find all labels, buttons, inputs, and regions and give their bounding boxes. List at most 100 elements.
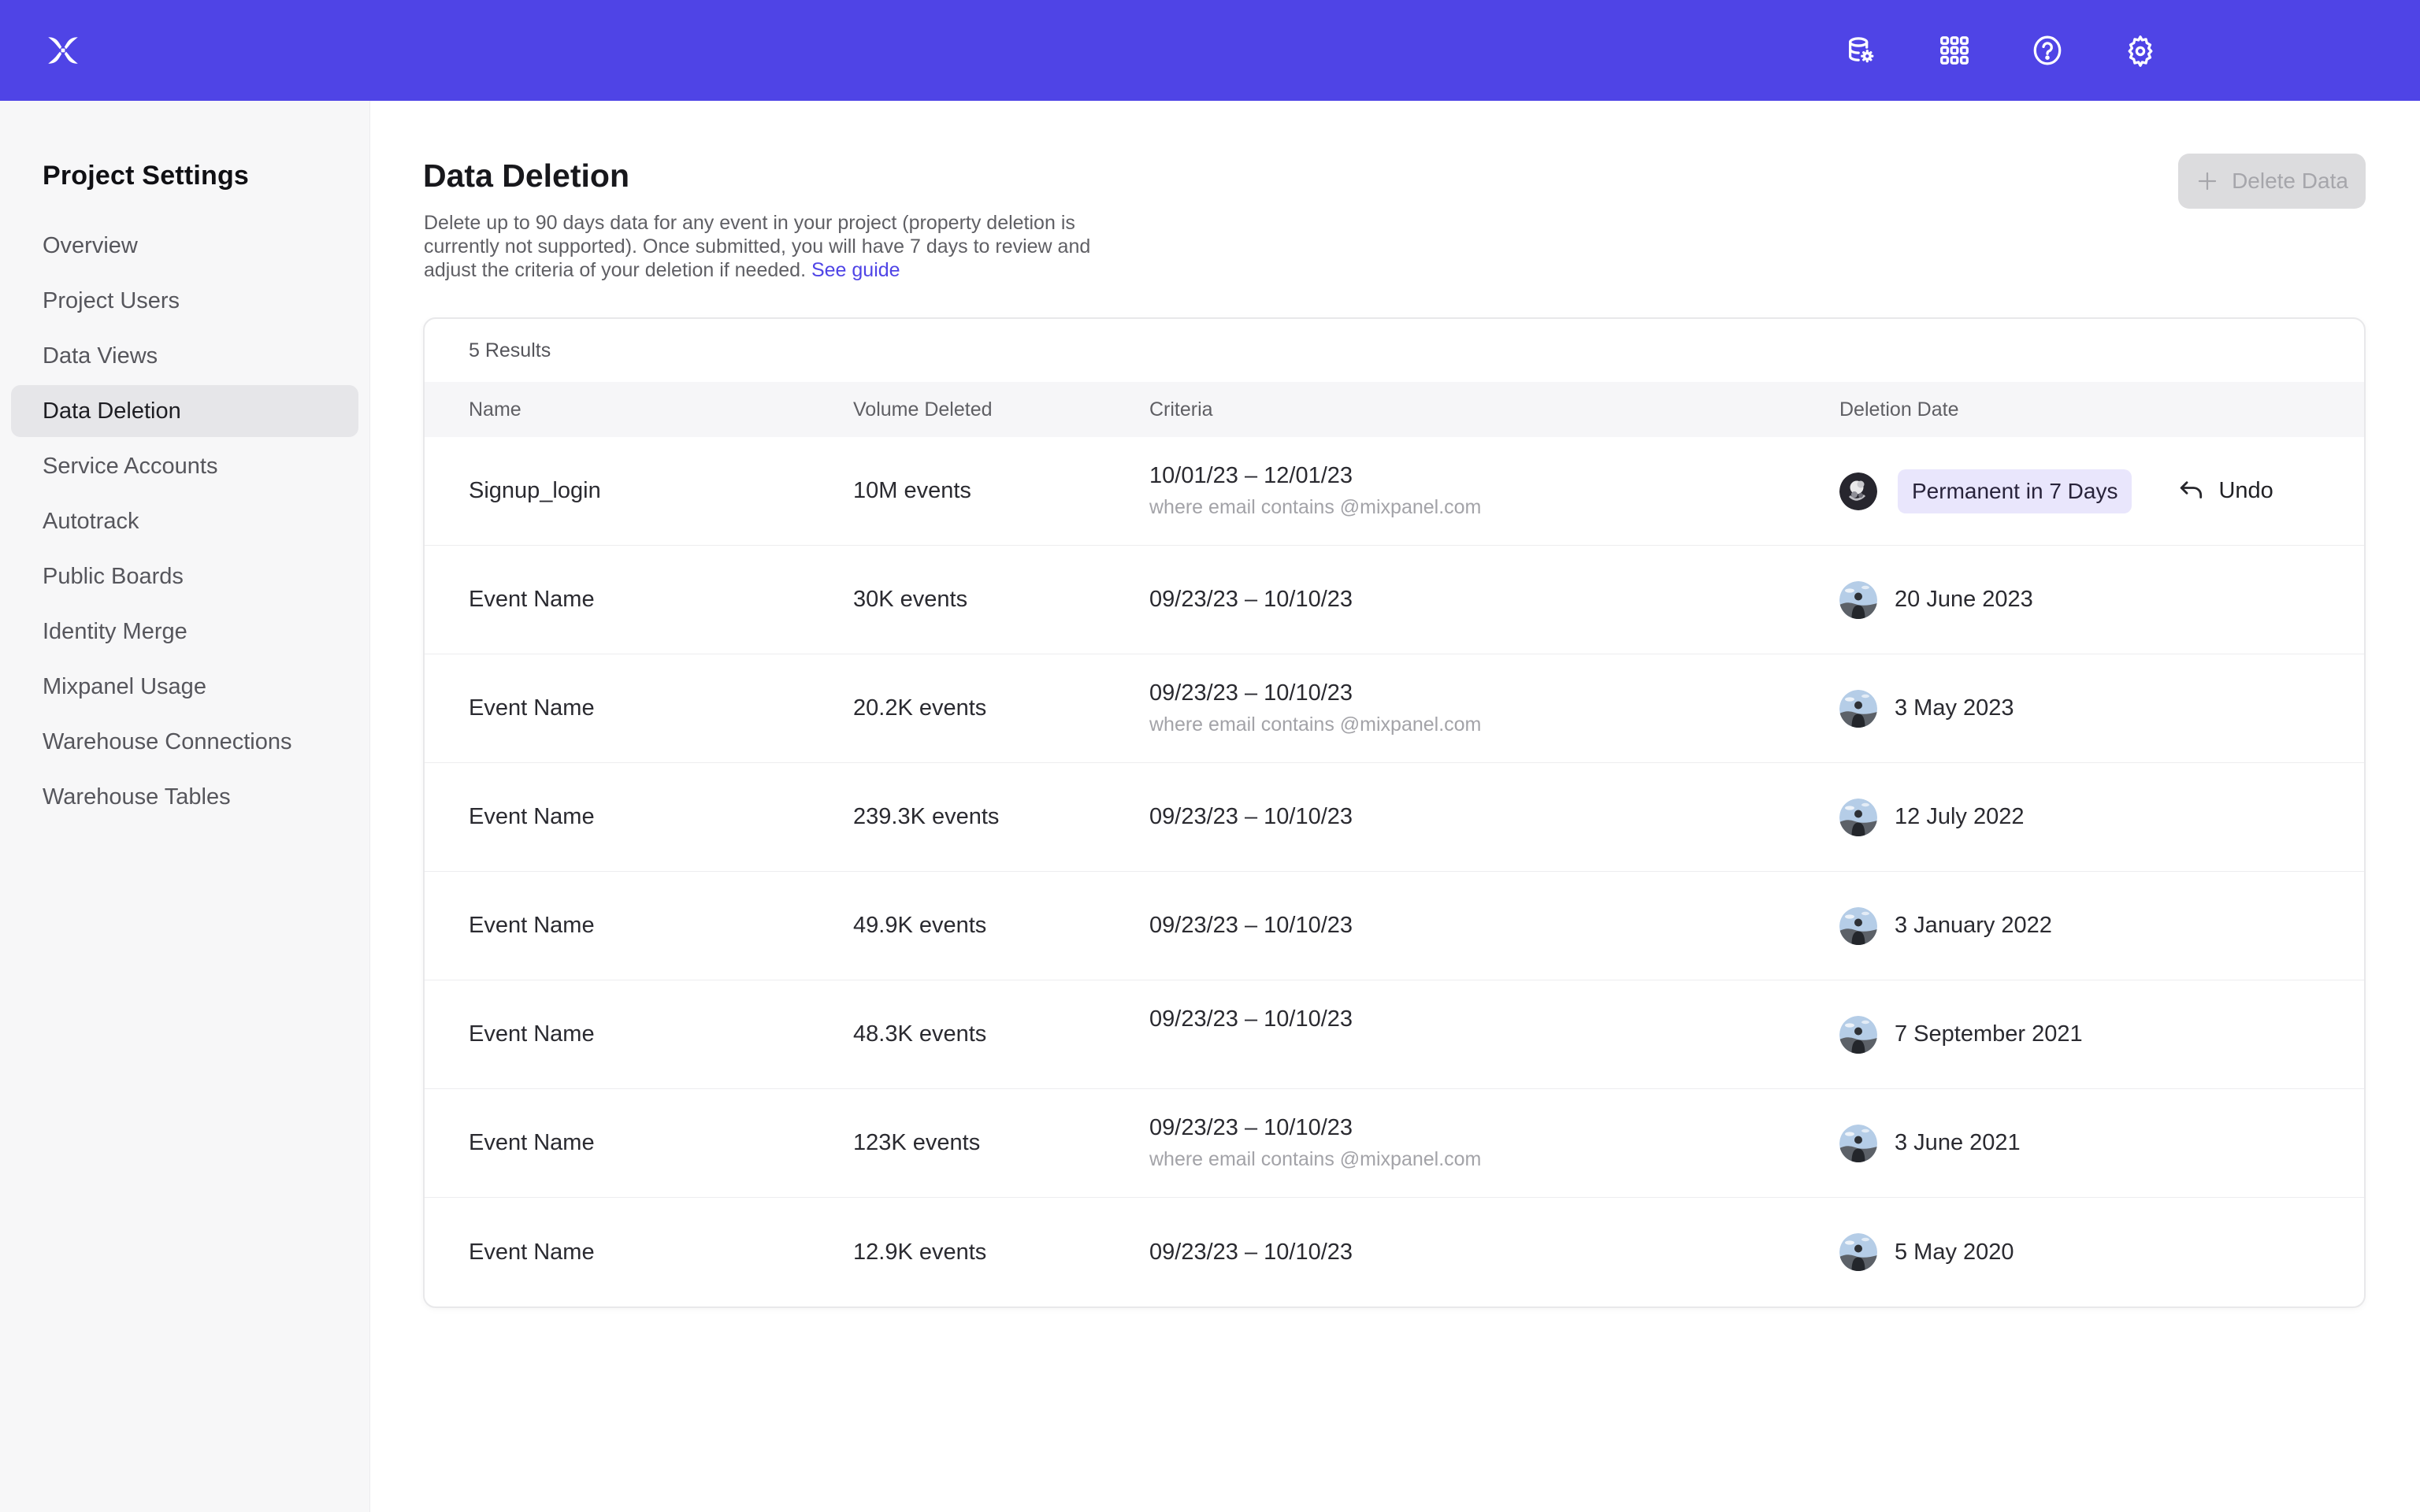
sidebar-item-overview[interactable]: Overview [11, 220, 358, 272]
project-settings-sidebar: Project Settings Overview Project Users … [0, 101, 370, 1512]
sidebar-item-label: Identity Merge [11, 619, 187, 645]
user-avatar [1839, 690, 1877, 728]
page-title: Data Deletion [423, 158, 629, 195]
column-header-volume: Volume Deleted [853, 398, 1149, 421]
criteria-date-range: 09/23/23 – 10/10/23 [1149, 913, 1839, 939]
criteria-date-range: 09/23/23 – 10/10/23 [1149, 587, 1839, 613]
criteria-filter: where email contains @mixpanel.com [1149, 713, 1839, 736]
sidebar-item-public-boards[interactable]: Public Boards [11, 550, 358, 602]
criteria-date-range: 09/23/23 – 10/10/23 [1149, 680, 1839, 706]
sidebar-item-identity-merge[interactable]: Identity Merge [11, 606, 358, 658]
sidebar-item-label: Service Accounts [11, 454, 217, 480]
sidebar-item-service-accounts[interactable]: Service Accounts [11, 440, 358, 492]
row-name: Event Name [469, 1240, 853, 1266]
row-name: Event Name [469, 1021, 853, 1047]
deletion-date-text: 20 June 2023 [1895, 587, 2033, 613]
user-avatar [1839, 581, 1877, 619]
criteria-date-range: 09/23/23 – 10/10/23 [1149, 804, 1839, 830]
sidebar-item-label: Autotrack [11, 509, 139, 535]
row-volume: 12.9K events [853, 1240, 1149, 1266]
main-content: Data Deletion Delete up to 90 days data … [371, 101, 2420, 1512]
mixpanel-logo-icon[interactable] [44, 32, 82, 69]
table-row: Event Name 30K events 09/23/23 – 10/10/2… [425, 546, 2364, 654]
criteria-date-range: 10/01/23 – 12/01/23 [1149, 463, 1839, 489]
criteria-date-range: 09/23/23 – 10/10/23 [1149, 1006, 1839, 1032]
see-guide-link[interactable]: See guide [811, 259, 900, 281]
sidebar-item-label: Mixpanel Usage [11, 674, 206, 700]
row-deletion-date: 3 June 2021 [1839, 1125, 2320, 1162]
sidebar-item-autotrack[interactable]: Autotrack [11, 495, 358, 547]
row-deletion-date: 5 May 2020 [1839, 1233, 2320, 1271]
row-criteria: 09/23/23 – 10/10/23 where email contains… [1149, 1115, 1839, 1171]
row-deletion-date: 12 July 2022 [1839, 799, 2320, 836]
row-volume: 10M events [853, 478, 1149, 504]
data-management-icon[interactable] [1842, 31, 1881, 70]
delete-data-button[interactable]: Delete Data [2178, 154, 2366, 209]
criteria-filter: where email contains @mixpanel.com [1149, 496, 1839, 519]
row-volume: 123K events [853, 1130, 1149, 1156]
delete-data-button-label: Delete Data [2232, 169, 2348, 194]
criteria-date-range: 09/23/23 – 10/10/23 [1149, 1240, 1839, 1266]
row-volume: 49.9K events [853, 913, 1149, 939]
row-deletion-date: 3 May 2023 [1839, 690, 2320, 728]
sidebar-item-warehouse-tables[interactable]: Warehouse Tables [11, 771, 358, 823]
deletion-date-text: 3 May 2023 [1895, 695, 2014, 721]
sidebar-nav: Overview Project Users Data Views Data D… [0, 220, 369, 823]
table-row: Event Name 123K events 09/23/23 – 10/10/… [425, 1089, 2364, 1198]
row-criteria: 09/23/23 – 10/10/23 [1149, 1006, 1839, 1062]
row-name: Event Name [469, 1130, 853, 1156]
row-name: Event Name [469, 587, 853, 613]
sidebar-item-data-views[interactable]: Data Views [11, 330, 358, 382]
undo-button[interactable]: Undo [2177, 477, 2273, 506]
row-deletion-date: 20 June 2023 [1839, 581, 2320, 619]
row-name: Event Name [469, 804, 853, 830]
sidebar-item-label: Public Boards [11, 564, 184, 590]
row-criteria: 09/23/23 – 10/10/23 [1149, 1240, 1839, 1266]
undo-label: Undo [2218, 478, 2273, 504]
row-name: Signup_login [469, 478, 853, 504]
table-body: Signup_login 10M events 10/01/23 – 12/01… [425, 437, 2364, 1306]
user-avatar [1839, 1125, 1877, 1162]
help-icon[interactable] [2028, 31, 2067, 70]
table-row: Event Name 12.9K events 09/23/23 – 10/10… [425, 1198, 2364, 1306]
sidebar-item-warehouse-connections[interactable]: Warehouse Connections [11, 716, 358, 768]
sidebar-item-label: Warehouse Connections [11, 729, 292, 755]
column-header-deletion-date: Deletion Date [1839, 398, 2320, 421]
deletion-date-text: 3 January 2022 [1895, 913, 2052, 939]
settings-gear-icon[interactable] [2121, 31, 2160, 70]
deletion-date-text: 5 May 2020 [1895, 1240, 2014, 1266]
sidebar-item-label: Data Deletion [11, 398, 181, 424]
row-deletion-date: Permanent in 7 Days Undo [1839, 469, 2320, 513]
sidebar-item-project-users[interactable]: Project Users [11, 275, 358, 327]
column-header-name: Name [469, 398, 853, 421]
deletion-date-text: 3 June 2021 [1895, 1130, 2021, 1156]
criteria-date-range: 09/23/23 – 10/10/23 [1149, 1115, 1839, 1141]
page-description-text: Delete up to 90 days data for any event … [424, 212, 1090, 281]
row-volume: 48.3K events [853, 1021, 1149, 1047]
criteria-filter: where email contains @mixpanel.com [1149, 1148, 1839, 1171]
table-row: Signup_login 10M events 10/01/23 – 12/01… [425, 437, 2364, 546]
deletion-date-text: 12 July 2022 [1895, 804, 2024, 830]
sidebar-item-label: Overview [11, 233, 138, 259]
row-volume: 30K events [853, 587, 1149, 613]
user-avatar [1839, 907, 1877, 945]
results-count: 5 Results [425, 319, 2364, 382]
deletion-requests-card: 5 Results Name Volume Deleted Criteria D… [423, 317, 2366, 1308]
row-deletion-date: 7 September 2021 [1839, 1016, 2320, 1054]
sidebar-title: Project Settings [43, 161, 369, 191]
topbar-actions [1842, 0, 2160, 101]
row-criteria: 09/23/23 – 10/10/23 [1149, 587, 1839, 613]
row-volume: 20.2K events [853, 695, 1149, 721]
row-criteria: 10/01/23 – 12/01/23 where email contains… [1149, 463, 1839, 519]
table-row: Event Name 48.3K events 09/23/23 – 10/10… [425, 980, 2364, 1089]
row-criteria: 09/23/23 – 10/10/23 [1149, 913, 1839, 939]
status-badge: Permanent in 7 Days [1898, 469, 2132, 513]
apps-grid-icon[interactable] [1935, 31, 1974, 70]
sidebar-item-label: Data Views [11, 343, 158, 369]
sidebar-item-label: Warehouse Tables [11, 784, 231, 810]
sidebar-item-mixpanel-usage[interactable]: Mixpanel Usage [11, 661, 358, 713]
row-name: Event Name [469, 695, 853, 721]
user-avatar [1839, 1233, 1877, 1271]
sidebar-item-data-deletion[interactable]: Data Deletion [11, 385, 358, 437]
page-description: Delete up to 90 days data for any event … [424, 211, 1126, 282]
